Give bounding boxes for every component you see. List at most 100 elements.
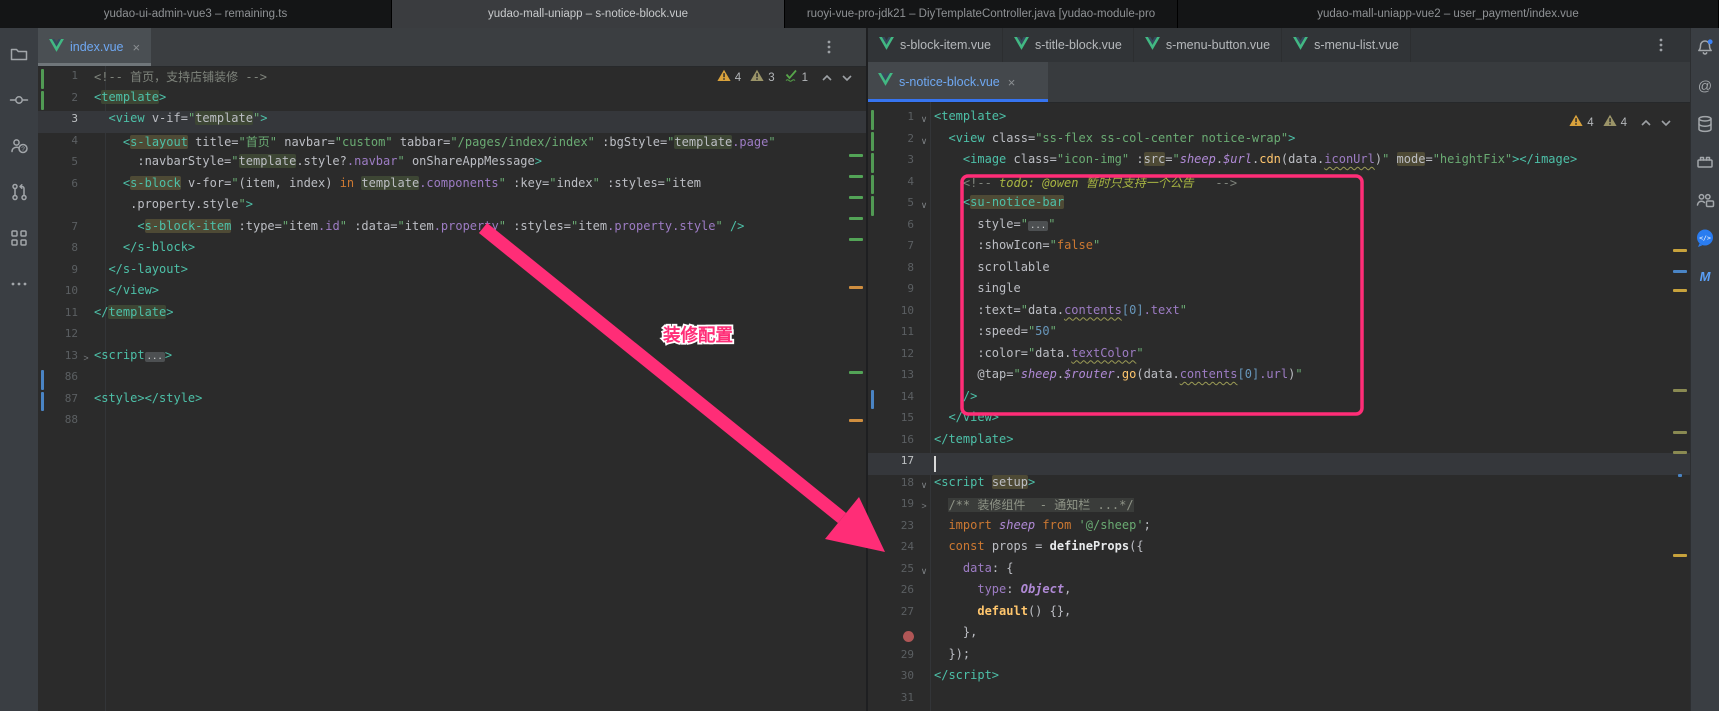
tab-s-menu-button-vue[interactable]: s-menu-button.vue: [1134, 28, 1282, 62]
code-text[interactable]: <script...>: [94, 348, 866, 370]
code-text[interactable]: </view>: [94, 283, 866, 305]
code-text[interactable]: },: [934, 625, 1690, 647]
code-line[interactable]: 1∨<template>: [868, 109, 1690, 131]
editor-options-kebab-icon[interactable]: [822, 28, 836, 66]
tab-s-menu-list-vue[interactable]: s-menu-list.vue: [1282, 28, 1411, 62]
line-number[interactable]: 29: [880, 647, 914, 669]
code-text[interactable]: [94, 369, 866, 391]
code-text[interactable]: </template>: [94, 305, 866, 327]
line-number[interactable]: 86: [44, 369, 78, 391]
line-number[interactable]: [44, 197, 78, 219]
code-line[interactable]: 25∨ data: {: [868, 561, 1690, 583]
pull-requests-icon[interactable]: [9, 182, 29, 202]
code-line[interactable]: 87<style></style>: [38, 391, 866, 413]
code-line[interactable]: 13 @tap="sheep.$router.go(data.contents[…: [868, 367, 1690, 389]
code-text[interactable]: :color="data.textColor": [934, 346, 1690, 368]
line-number[interactable]: 2: [880, 131, 914, 153]
code-text[interactable]: <image class="icon-img" :src="sheep.$url…: [934, 152, 1690, 174]
notifications-bell-icon[interactable]: [1695, 38, 1715, 58]
code-text[interactable]: [934, 453, 1690, 475]
line-number[interactable]: 11: [44, 305, 78, 327]
line-number[interactable]: 13: [880, 367, 914, 389]
chat-code-plugin-icon[interactable]: </>: [1695, 228, 1715, 248]
code-text[interactable]: @tap="sheep.$router.go(data.contents[0].…: [934, 367, 1690, 389]
code-text[interactable]: [94, 412, 866, 434]
code-line[interactable]: 17: [868, 453, 1690, 475]
line-number[interactable]: 8: [44, 240, 78, 262]
code-line[interactable]: 31: [868, 690, 1690, 711]
code-with-me-icon[interactable]: [1695, 190, 1715, 210]
code-text[interactable]: :speed="50": [934, 324, 1690, 346]
code-line[interactable]: 5∨ <su-notice-bar: [868, 195, 1690, 217]
code-line[interactable]: 4 <s-layout title="首页" navbar="custom" t…: [38, 133, 866, 155]
line-number[interactable]: 10: [44, 283, 78, 305]
line-number[interactable]: 2: [44, 90, 78, 112]
line-number[interactable]: 6: [880, 217, 914, 239]
code-text[interactable]: </s-block>: [94, 240, 866, 262]
line-number[interactable]: 13: [44, 348, 78, 370]
code-text[interactable]: <s-block-item :type="item.id" :data="ite…: [94, 219, 866, 241]
line-number[interactable]: 26: [880, 582, 914, 604]
code-line[interactable]: .property.style">: [38, 197, 866, 219]
chevron-up-icon[interactable]: [821, 73, 833, 83]
code-line[interactable]: 14 />: [868, 389, 1690, 411]
code-text[interactable]: const props = defineProps({: [934, 539, 1690, 561]
code-line[interactable]: 4 <!-- todo: @owen 暂时只支持一个公告 -->: [868, 174, 1690, 196]
fold-toggle-icon[interactable]: >: [914, 496, 934, 518]
inspections-widget[interactable]: 4 4: [1569, 114, 1672, 132]
line-number[interactable]: 5: [880, 195, 914, 217]
left-editor-error-stripe[interactable]: [846, 104, 866, 711]
code-text[interactable]: <template>: [94, 90, 866, 112]
right-editor[interactable]: 1∨<template>2∨ <view class="ss-flex ss-c…: [868, 102, 1690, 711]
line-number[interactable]: 87: [44, 391, 78, 413]
window-tab[interactable]: yudao-mall-uniapp – s-notice-block.vue: [392, 0, 785, 28]
code-line[interactable]: 88: [38, 412, 866, 434]
close-icon[interactable]: ×: [1008, 75, 1016, 90]
line-number[interactable]: 1: [44, 68, 78, 90]
code-line[interactable]: 12: [38, 326, 866, 348]
line-number[interactable]: 6: [44, 176, 78, 198]
line-number[interactable]: 12: [44, 326, 78, 348]
code-line[interactable]: 26 type: Object,: [868, 582, 1690, 604]
project-folder-icon[interactable]: [9, 44, 29, 64]
chevron-up-icon[interactable]: [1640, 118, 1652, 128]
tab-s-block-item-vue[interactable]: s-block-item.vue: [868, 28, 1003, 62]
chevron-down-icon[interactable]: [841, 73, 853, 83]
line-number[interactable]: 30: [880, 668, 914, 690]
line-number[interactable]: 15: [880, 410, 914, 432]
code-line[interactable]: 86: [38, 369, 866, 391]
code-text[interactable]: default() {},: [934, 604, 1690, 626]
line-number[interactable]: 4: [44, 133, 78, 155]
fold-toggle-icon[interactable]: ∨: [914, 561, 934, 583]
code-text[interactable]: </template>: [934, 432, 1690, 454]
line-number[interactable]: 23: [880, 518, 914, 540]
code-line[interactable]: 10 </view>: [38, 283, 866, 305]
line-number[interactable]: 4: [880, 174, 914, 196]
mascot-plugin-icon[interactable]: M: [1695, 266, 1715, 286]
line-number[interactable]: 16: [880, 432, 914, 454]
code-text[interactable]: <s-block v-for="(item, index) in templat…: [94, 176, 866, 198]
code-line[interactable]: 2∨ <view class="ss-flex ss-col-center no…: [868, 131, 1690, 153]
window-tab[interactable]: ruoyi-vue-pro-jdk21 – DiyTemplateControl…: [785, 0, 1178, 28]
inspections-widget[interactable]: 4 3 1: [717, 68, 853, 87]
line-number[interactable]: 3: [880, 152, 914, 174]
code-text[interactable]: single: [934, 281, 1690, 303]
close-icon[interactable]: ×: [133, 40, 141, 55]
code-line[interactable]: 27 default() {},: [868, 604, 1690, 626]
line-number[interactable]: 5: [44, 154, 78, 176]
code-line[interactable]: 29 });: [868, 647, 1690, 669]
line-number[interactable]: 24: [880, 539, 914, 561]
code-text[interactable]: <su-notice-bar: [934, 195, 1690, 217]
code-line[interactable]: 16 </template>: [868, 432, 1690, 454]
code-line[interactable]: 9 </s-layout>: [38, 262, 866, 284]
line-number[interactable]: 88: [44, 412, 78, 434]
more-tools-icon[interactable]: [9, 274, 29, 294]
code-text[interactable]: />: [934, 389, 1690, 411]
line-number[interactable]: 31: [880, 690, 914, 711]
code-text[interactable]: .property.style">: [94, 197, 866, 219]
left-editor[interactable]: 1<!-- 首页，支持店铺装修 -->2<template>3 <view v-…: [38, 66, 866, 711]
code-line[interactable]: 8 </s-block>: [38, 240, 866, 262]
tab-index-vue[interactable]: index.vue ×: [38, 28, 151, 66]
code-text[interactable]: :showIcon="false": [934, 238, 1690, 260]
line-number[interactable]: 12: [880, 346, 914, 368]
